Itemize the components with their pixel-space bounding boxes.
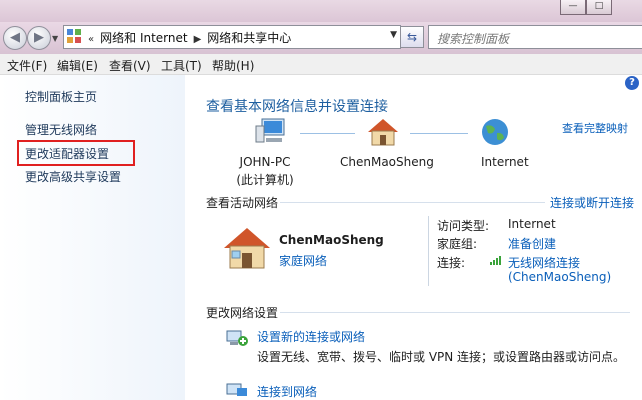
overflow-chevron[interactable]: « [88,34,94,45]
search-placeholder: 搜索控制面板 [437,32,510,46]
maximize-button[interactable]: □ [586,0,612,15]
divider [280,202,545,203]
connect-disconnect-link[interactable]: 连接或断开连接 [550,194,634,211]
sidebar-item-control-panel-home[interactable]: 控制面板主页 [25,88,97,105]
sidebar-item-advanced-sharing[interactable]: 更改高级共享设置 [25,168,121,185]
address-dropdown-icon[interactable]: ▼ [390,30,397,40]
menu-bar: 文件(F) 编辑(E) 查看(V) 工具(T) 帮助(H) [0,54,642,75]
refresh-icon: ⇆ [406,30,418,44]
wireless-connection-ssid[interactable]: (ChenMaoSheng) [508,270,611,284]
homegroup-label: 家庭组: [437,237,478,251]
node-label-internet: Internet [481,155,529,169]
connection-label: 连接: [437,256,466,270]
control-panel-icon [67,29,81,43]
node-label-computer: JOHN-PC [239,155,291,169]
breadcrumb-separator-icon[interactable]: ▶ [194,34,202,45]
breadcrumb-network-internet[interactable]: 网络和 Internet [100,31,187,45]
address-bar[interactable]: « 网络和 Internet ▶ 网络和共享中心 ▼ [63,25,401,49]
setup-new-connection-desc: 设置无线、宽带、拨号、临时或 VPN 连接；或设置路由器或访问点。 [257,350,626,364]
sidebar-item-manage-wireless[interactable]: 管理无线网络 [25,121,97,138]
connect-to-network-icon [226,383,247,396]
minimize-button[interactable]: — [560,0,586,15]
refresh-button[interactable]: ⇆ [400,26,424,48]
breadcrumb-network-sharing-center[interactable]: 网络和共享中心 [207,31,291,45]
homegroup-link[interactable]: 准备创建 [508,235,556,252]
back-button[interactable]: ◀ [3,26,27,50]
map-link-1 [300,133,355,134]
menu-edit[interactable]: 编辑(E) [57,57,98,74]
map-link-2 [410,133,468,134]
connect-to-network-link[interactable]: 连接到网络 [257,383,317,400]
view-full-map-link[interactable]: 查看完整映射 [562,120,628,136]
forward-arrow-icon: ▶ [34,30,44,45]
access-type-label: 访问类型: [437,219,490,233]
forward-button[interactable]: ▶ [27,26,51,50]
back-arrow-icon: ◀ [10,30,20,45]
node-sublabel-computer: (此计算机) [236,173,294,187]
vertical-divider [428,216,429,286]
wireless-connection-link[interactable]: 无线网络连接 [508,254,580,271]
title-bar: — □ [0,0,642,22]
access-type-value: Internet [508,217,556,231]
help-icon[interactable]: ? [625,76,639,90]
active-networks-header: 查看活动网络 [206,196,279,210]
active-network-name: ChenMaoSheng [279,233,384,247]
history-dropdown-icon[interactable]: ▼ [52,34,58,43]
page-title: 查看基本网络信息并设置连接 [206,99,388,115]
network-type-link[interactable]: 家庭网络 [279,252,327,269]
globe-icon[interactable] [480,117,510,147]
highlight-box [17,140,135,166]
home-network-large-icon [224,228,270,269]
menu-file[interactable]: 文件(F) [7,57,47,74]
menu-tools[interactable]: 工具(T) [161,57,202,74]
menu-view[interactable]: 查看(V) [109,57,151,74]
address-toolbar: ◀ ▶ ▼ « 网络和 Internet ▶ 网络和共享中心 ▼ ⇆ 搜索控制面板 [0,22,642,54]
node-label-home-network: ChenMaoSheng [340,155,434,169]
home-network-icon[interactable] [366,117,400,147]
wifi-signal-icon [490,256,501,265]
divider [280,312,630,313]
computer-icon[interactable] [254,116,288,148]
search-box[interactable]: 搜索控制面板 [428,25,642,49]
change-settings-header: 更改网络设置 [206,306,279,320]
new-connection-icon [226,330,248,346]
setup-new-connection-link[interactable]: 设置新的连接或网络 [257,328,365,345]
menu-help[interactable]: 帮助(H) [212,57,254,74]
